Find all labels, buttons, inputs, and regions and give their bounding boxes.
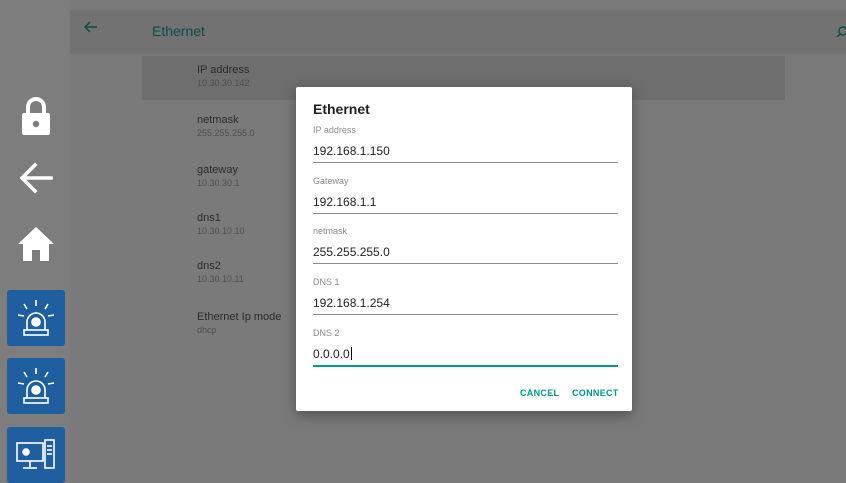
list-item-dns1[interactable]: dns1 10.30.10.10 <box>197 212 245 236</box>
dns2-input[interactable]: 0.0.0.0 <box>313 346 618 362</box>
search-icon[interactable] <box>836 24 846 38</box>
gateway-field[interactable]: Gateway 192.168.1.1 <box>313 176 618 214</box>
list-item-value: 10.30.30.142 <box>197 78 250 88</box>
alarm-light-icon[interactable] <box>7 358 65 414</box>
computer-monitor-icon[interactable] <box>7 427 65 483</box>
alarm-light-icon[interactable] <box>7 290 65 346</box>
dns1-field[interactable]: DNS 1 192.168.1.254 <box>313 277 618 315</box>
sidebar <box>0 0 70 483</box>
netmask-input[interactable]: 255.255.255.0 <box>313 244 618 260</box>
app-bar: Ethernet <box>70 10 846 54</box>
list-item-netmask[interactable]: netmask 255.255.255.0 <box>197 114 255 138</box>
netmask-field[interactable]: netmask 255.255.255.0 <box>313 226 618 264</box>
field-label: DNS 2 <box>313 328 340 338</box>
list-item-value: 255.255.255.0 <box>197 128 255 138</box>
list-item-label: dns1 <box>197 212 221 224</box>
field-underline <box>313 213 618 214</box>
list-item-value: dhcp <box>197 325 217 335</box>
field-underline-active <box>313 365 618 367</box>
page-title: Ethernet <box>152 23 205 39</box>
text-cursor <box>350 347 352 360</box>
cancel-button[interactable]: CANCEL <box>520 388 559 398</box>
list-item-label: gateway <box>197 164 238 176</box>
dns2-input-text: 0.0.0.0 <box>313 347 350 361</box>
ip-address-field[interactable]: IP address 192.168.1.150 <box>313 125 618 163</box>
field-underline <box>313 263 618 264</box>
list-item-value: 10.30.30.1 <box>197 178 240 188</box>
field-label: IP address <box>313 125 356 135</box>
list-item-label: dns2 <box>197 260 221 272</box>
home-icon[interactable] <box>7 216 65 272</box>
back-arrow-icon[interactable] <box>7 150 65 206</box>
connect-button[interactable]: CONNECT <box>572 388 619 398</box>
dialog-title: Ethernet <box>313 101 370 117</box>
field-label: netmask <box>313 226 348 236</box>
ethernet-dialog: Ethernet IP address 192.168.1.150 Gatewa… <box>296 87 632 411</box>
field-underline <box>313 314 618 315</box>
list-item-label: Ethernet Ip mode <box>197 311 282 323</box>
list-item-label: IP address <box>197 64 250 76</box>
field-label: Gateway <box>313 176 349 186</box>
list-item-gateway[interactable]: gateway 10.30.30.1 <box>197 164 240 188</box>
gateway-input[interactable]: 192.168.1.1 <box>313 194 618 210</box>
dns1-input[interactable]: 192.168.1.254 <box>313 295 618 311</box>
dns2-field[interactable]: DNS 2 0.0.0.0 <box>313 328 618 367</box>
field-label: DNS 1 <box>313 277 340 287</box>
list-item-value: 10.30.10.11 <box>197 274 244 284</box>
lock-icon[interactable] <box>7 88 65 144</box>
back-arrow-icon[interactable] <box>84 20 104 40</box>
ip-address-input[interactable]: 192.168.1.150 <box>313 143 618 159</box>
list-item-ip-mode[interactable]: Ethernet Ip mode dhcp <box>197 311 281 335</box>
list-item-ip-address[interactable]: IP address 10.30.30.142 <box>197 64 250 88</box>
list-item-dns2[interactable]: dns2 10.30.10.11 <box>197 260 244 284</box>
list-item-value: 10.30.10.10 <box>197 226 245 236</box>
field-underline <box>313 162 618 163</box>
list-item-label: netmask <box>197 114 239 126</box>
